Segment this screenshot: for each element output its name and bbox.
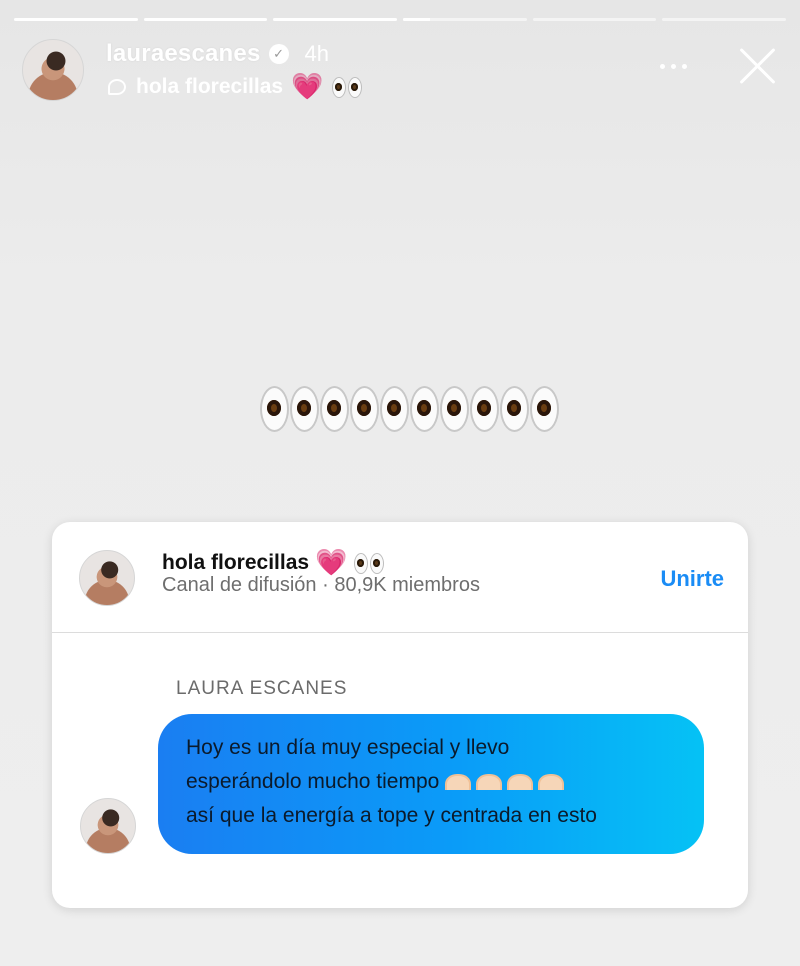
username[interactable]: lauraescanes <box>106 40 261 68</box>
close-icon[interactable] <box>736 44 780 88</box>
broadcast-channel-card[interactable]: hola florecillas 💗 Canal de difusión · 8… <box>52 522 748 908</box>
channel-icon <box>106 76 128 98</box>
profile-avatar[interactable] <box>22 39 84 101</box>
eye-icon <box>260 386 289 432</box>
more-icon[interactable] <box>660 56 696 76</box>
channel-title: hola florecillas <box>162 551 310 574</box>
channel-info: hola florecillas 💗 Canal de difusión · 8… <box>52 522 748 633</box>
progress-segment <box>662 18 787 21</box>
sender-avatar <box>80 798 136 854</box>
progress-segment <box>143 18 268 21</box>
join-button[interactable]: Unirte <box>660 566 724 592</box>
eye-icon <box>530 386 559 432</box>
eye-icon <box>350 386 379 432</box>
message-bubble: Hoy es un día muy especial y llevo esper… <box>158 714 704 854</box>
eye-icon <box>440 386 469 432</box>
message-line-2-text: esperándolo mucho tiempo <box>186 770 440 793</box>
progress-segment <box>14 18 138 21</box>
channel-subtitle: Canal de difusión · 80,9K miembros <box>162 574 480 596</box>
time-ago: 4h <box>304 41 329 66</box>
sender-name: LAURA ESCANES <box>176 678 348 699</box>
message-line-1: Hoy es un día muy especial y llevo <box>186 736 510 759</box>
eye-icon <box>470 386 499 432</box>
verified-icon: ✓ <box>268 44 289 64</box>
progress-segment <box>273 18 398 21</box>
channel-avatar <box>79 550 135 606</box>
message-line-2: esperándolo mucho tiempo <box>186 770 569 794</box>
heart-icon: 💗 <box>291 72 324 102</box>
eye-icon <box>410 386 439 432</box>
story-progress <box>14 18 787 21</box>
story-header: lauraescanes ✓ 4h hola florecillas 💗 <box>22 36 780 106</box>
heart-hands-icon <box>445 770 569 794</box>
user-row: lauraescanes ✓ 4h <box>106 40 329 68</box>
eyes-icon <box>353 551 385 575</box>
progress-segment <box>532 18 657 21</box>
progress-segment-current <box>403 18 527 21</box>
eyes-icon <box>331 76 363 98</box>
eyes-sticker <box>260 386 560 432</box>
channel-row[interactable]: hola florecillas 💗 <box>106 72 363 102</box>
eye-icon <box>290 386 319 432</box>
eye-icon <box>320 386 349 432</box>
message-line-3: así que la energía a tope y centrada en … <box>186 804 597 827</box>
channel-name: hola florecillas <box>136 75 284 98</box>
eye-icon <box>380 386 409 432</box>
eye-icon <box>500 386 529 432</box>
